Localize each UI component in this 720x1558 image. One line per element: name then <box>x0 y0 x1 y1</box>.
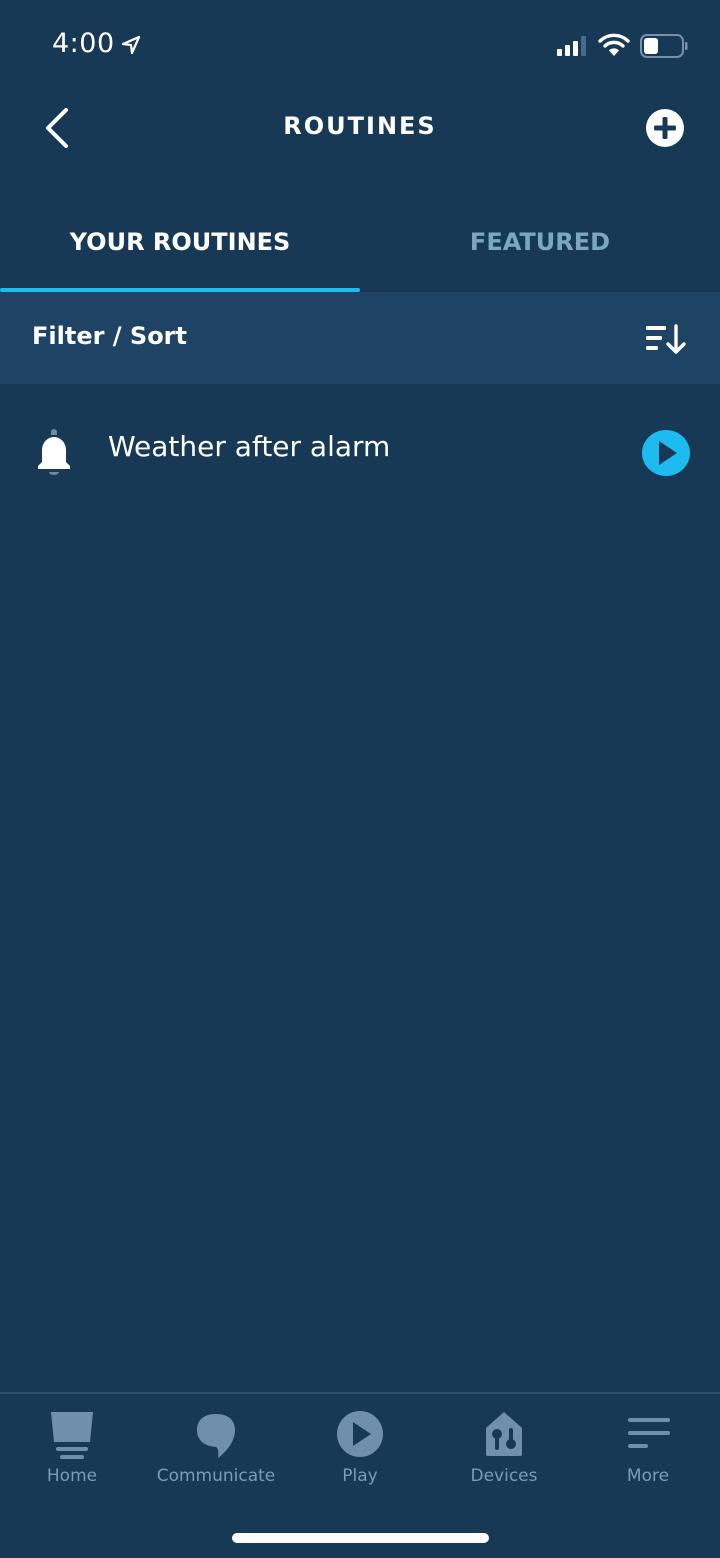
page-title: ROUTINES <box>283 112 437 140</box>
play-routine-button[interactable] <box>641 429 691 477</box>
nav-item-more[interactable]: More <box>576 1394 720 1504</box>
bell-icon <box>38 429 70 475</box>
nav-item-devices[interactable]: Devices <box>432 1394 576 1504</box>
location-arrow-icon <box>121 35 141 55</box>
speech-bubble-icon <box>197 1414 235 1458</box>
nav-label: Play <box>342 1466 378 1486</box>
add-routine-button[interactable] <box>645 108 685 148</box>
home-indicator[interactable] <box>232 1533 489 1543</box>
nav-item-play[interactable]: Play <box>288 1394 432 1504</box>
sort-descending-icon[interactable] <box>644 322 688 356</box>
nav-label: Home <box>46 1466 98 1486</box>
tab-label: FEATURED <box>469 228 611 256</box>
status-time: 4:00 <box>52 28 115 59</box>
nav-label: More <box>626 1466 670 1486</box>
filter-sort-label: Filter / Sort <box>32 322 187 350</box>
nav-label: Communicate <box>156 1466 276 1486</box>
tab-your-routines[interactable]: YOUR ROUTINES <box>0 200 360 292</box>
cellular-signal-icon <box>557 36 586 56</box>
nav-item-communicate[interactable]: Communicate <box>144 1394 288 1504</box>
menu-icon <box>628 1418 670 1448</box>
devices-icon <box>486 1412 522 1456</box>
routine-list-item[interactable]: Weather after alarm <box>0 400 720 500</box>
status-bar: 4:00 <box>0 0 720 90</box>
battery-icon <box>640 34 688 58</box>
play-circle-icon <box>642 430 690 476</box>
plus-circle-icon <box>646 109 684 147</box>
tab-featured[interactable]: FEATURED <box>360 200 720 292</box>
nav-item-home[interactable]: Home <box>0 1394 144 1504</box>
home-icon <box>51 1412 93 1459</box>
filter-sort-bar[interactable]: Filter / Sort <box>0 292 720 384</box>
app-header: ROUTINES <box>0 90 720 170</box>
play-icon <box>337 1411 383 1457</box>
routine-name: Weather after alarm <box>108 430 391 463</box>
tab-bar: YOUR ROUTINES FEATURED <box>0 200 720 292</box>
wifi-icon <box>598 33 630 56</box>
nav-label: Devices <box>470 1466 538 1486</box>
tab-label: YOUR ROUTINES <box>69 228 291 256</box>
